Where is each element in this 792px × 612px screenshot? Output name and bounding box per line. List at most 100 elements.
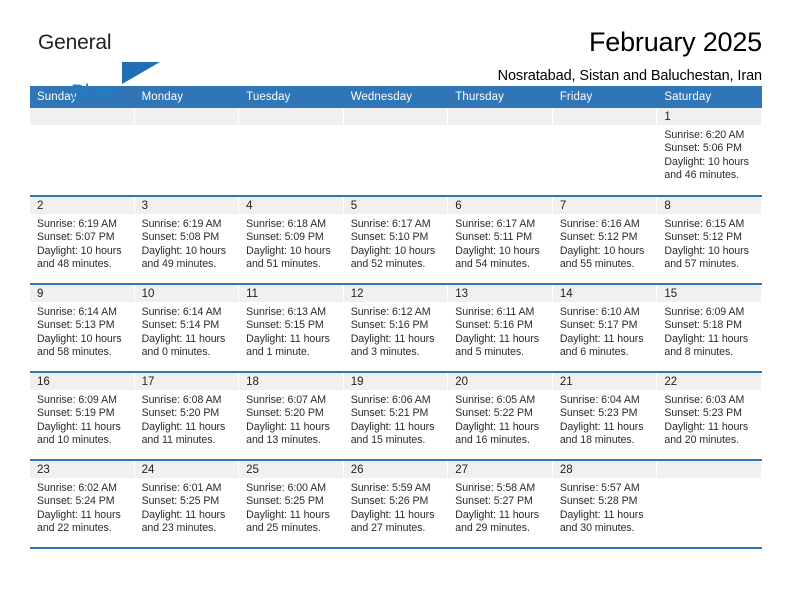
day-daylight1-text: Daylight: 10 hours [559, 244, 645, 257]
day-sunrise-text: Sunrise: 6:08 AM [141, 394, 222, 406]
day-sun-info: Sunrise: 6:06 AM Sunset: 5:21 PM Daylight:… [344, 390, 449, 448]
calendar-day-cell[interactable]: 12 Sunrise: 6:12 AM Sunset: 5:16 PM Dayligh… [343, 284, 449, 373]
day-sunset-text: Sunset: 5:25 PM [246, 495, 324, 508]
day-sun-info: Sunrise: 6:04 AM Sunset: 5:23 PM Daylight:… [553, 390, 658, 448]
calendar-day-cell[interactable]: 16 Sunrise: 6:09 AM Sunset: 5:19 PM Dayligh… [30, 372, 135, 461]
day-daylight1-text: Daylight: 10 hours [664, 155, 749, 168]
day-daylight2-text: and 25 minutes. [246, 522, 321, 535]
day-sunset-text: Sunset: 5:08 PM [141, 231, 220, 244]
day-sunset-text: Sunset: 5:28 PM [559, 495, 638, 508]
day-sun-info: Sunrise: 6:17 AM Sunset: 5:11 PM Daylight:… [448, 214, 553, 272]
day-sunset-text: Sunset: 5:20 PM [246, 407, 324, 420]
calendar-body: 1 Sunrise: 6:20 AM Sunset: 5:06 PM Daylight… [30, 108, 762, 549]
day-number [552, 108, 658, 125]
day-daylight2-text: and 29 minutes. [455, 522, 530, 535]
day-sunrise-text: Sunrise: 6:09 AM [37, 394, 117, 406]
day-cell-inner: 20 Sunrise: 6:05 AM Sunset: 5:22 PM Dayligh… [448, 373, 553, 459]
day-number: 24 [134, 461, 240, 478]
day-number: 13 [448, 285, 553, 302]
calendar-day-cell[interactable]: 7 Sunrise: 6:16 AM Sunset: 5:12 PM Daylight… [552, 196, 658, 285]
calendar-day-cell[interactable]: 25 Sunrise: 6:00 AM Sunset: 5:25 PM Dayligh… [239, 460, 344, 549]
day-sunrise-text: Sunrise: 5:59 AM [350, 482, 431, 494]
calendar-day-cell[interactable]: 3 Sunrise: 6:19 AM Sunset: 5:08 PM Daylight… [134, 196, 240, 285]
calendar-day-cell[interactable]: 23 Sunrise: 6:02 AM Sunset: 5:24 PM Dayligh… [30, 460, 135, 549]
day-daylight1-text: Daylight: 10 hours [141, 244, 227, 257]
day-cell-inner: 19 Sunrise: 6:06 AM Sunset: 5:21 PM Dayligh… [343, 373, 449, 459]
day-cell-inner [239, 108, 344, 195]
calendar-day-cell[interactable]: 13 Sunrise: 6:11 AM Sunset: 5:16 PM Dayligh… [448, 284, 553, 373]
day-sunset-text: Sunset: 5:25 PM [141, 495, 220, 508]
day-daylight2-text: and 22 minutes. [37, 522, 112, 535]
day-number [657, 461, 762, 478]
day-daylight2-text: and 6 minutes. [559, 346, 629, 359]
calendar-day-cell[interactable]: 14 Sunrise: 6:10 AM Sunset: 5:17 PM Dayligh… [552, 284, 658, 373]
day-cell-inner [552, 108, 658, 195]
calendar-day-cell[interactable]: 26 Sunrise: 5:59 AM Sunset: 5:26 PM Dayligh… [343, 460, 449, 549]
day-cell-inner: 13 Sunrise: 6:11 AM Sunset: 5:16 PM Dayligh… [448, 285, 553, 371]
day-daylight2-text: and 27 minutes. [350, 522, 426, 535]
day-daylight2-text: and 30 minutes. [559, 522, 635, 535]
day-daylight1-text: Daylight: 11 hours [455, 508, 539, 521]
logo-text-general: General [38, 31, 112, 54]
day-daylight1-text: Daylight: 10 hours [664, 244, 749, 257]
day-daylight2-text: and 49 minutes. [141, 258, 217, 271]
day-daylight2-text: and 5 minutes. [455, 346, 525, 359]
day-sunrise-text: Sunrise: 6:18 AM [246, 218, 326, 230]
day-daylight1-text: Daylight: 11 hours [455, 332, 539, 345]
day-daylight2-text: and 3 minutes. [350, 346, 420, 359]
day-sunset-text: Sunset: 5:18 PM [664, 319, 742, 332]
calendar-day-cell[interactable]: 28 Sunrise: 5:57 AM Sunset: 5:28 PM Dayligh… [552, 460, 658, 549]
day-sunrise-text: Sunrise: 6:07 AM [246, 394, 326, 406]
weekday-header-saturday: Saturday [657, 86, 762, 108]
day-sunrise-text: Sunrise: 6:14 AM [141, 306, 222, 318]
calendar-day-cell[interactable]: 18 Sunrise: 6:07 AM Sunset: 5:20 PM Dayligh… [239, 372, 344, 461]
general-blue-logo[interactable]: General Blue [38, 31, 238, 103]
day-cell-inner: 18 Sunrise: 6:07 AM Sunset: 5:20 PM Dayligh… [239, 373, 344, 459]
day-daylight1-text: Daylight: 11 hours [141, 420, 226, 433]
day-sunrise-text: Sunrise: 6:09 AM [664, 306, 745, 318]
day-cell-inner [657, 461, 762, 547]
calendar-day-cell-empty [30, 108, 135, 197]
day-number [343, 108, 449, 125]
day-number: 27 [448, 461, 553, 478]
calendar-day-cell[interactable]: 15 Sunrise: 6:09 AM Sunset: 5:18 PM Dayligh… [657, 284, 762, 373]
calendar-day-cell[interactable]: 1 Sunrise: 6:20 AM Sunset: 5:06 PM Daylight… [657, 108, 762, 197]
calendar-day-cell[interactable]: 6 Sunrise: 6:17 AM Sunset: 5:11 PM Daylight… [448, 196, 553, 285]
day-sun-info: Sunrise: 6:00 AM Sunset: 5:25 PM Daylight:… [239, 478, 344, 536]
day-daylight1-text: Daylight: 10 hours [455, 244, 540, 257]
day-sunset-text: Sunset: 5:23 PM [559, 407, 638, 420]
day-sun-info: Sunrise: 6:13 AM Sunset: 5:15 PM Daylight:… [239, 302, 344, 360]
calendar-day-cell[interactable]: 24 Sunrise: 6:01 AM Sunset: 5:25 PM Dayligh… [134, 460, 240, 549]
calendar-day-cell[interactable]: 22 Sunrise: 6:03 AM Sunset: 5:23 PM Dayligh… [657, 372, 762, 461]
calendar-day-cell[interactable]: 11 Sunrise: 6:13 AM Sunset: 5:15 PM Dayligh… [239, 284, 344, 373]
day-sun-info: Sunrise: 6:10 AM Sunset: 5:17 PM Daylight:… [553, 302, 658, 360]
day-cell-inner: 1 Sunrise: 6:20 AM Sunset: 5:06 PM Daylight… [657, 108, 762, 195]
calendar-day-cell[interactable]: 4 Sunrise: 6:18 AM Sunset: 5:09 PM Daylight… [239, 196, 344, 285]
calendar-day-cell[interactable]: 8 Sunrise: 6:15 AM Sunset: 5:12 PM Daylight… [657, 196, 762, 285]
day-number: 25 [239, 461, 344, 478]
day-cell-inner: 26 Sunrise: 5:59 AM Sunset: 5:26 PM Dayligh… [343, 461, 449, 547]
day-sunrise-text: Sunrise: 6:17 AM [350, 218, 431, 230]
day-sunset-text: Sunset: 5:26 PM [350, 495, 429, 508]
day-sunset-text: Sunset: 5:21 PM [350, 407, 429, 420]
day-sunset-text: Sunset: 5:12 PM [559, 231, 638, 244]
day-sunrise-text: Sunrise: 6:13 AM [246, 306, 326, 318]
day-daylight1-text: Daylight: 10 hours [37, 244, 122, 257]
day-daylight2-text: and 20 minutes. [664, 434, 740, 447]
calendar-day-cell[interactable]: 2 Sunrise: 6:19 AM Sunset: 5:07 PM Daylight… [30, 196, 135, 285]
day-daylight2-text: and 11 minutes. [141, 434, 216, 447]
day-sunset-text: Sunset: 5:23 PM [664, 407, 742, 420]
day-sun-info: Sunrise: 6:02 AM Sunset: 5:24 PM Daylight:… [30, 478, 135, 536]
day-daylight1-text: Daylight: 11 hours [350, 420, 435, 433]
day-daylight1-text: Daylight: 10 hours [350, 244, 436, 257]
day-daylight1-text: Daylight: 10 hours [246, 244, 331, 257]
calendar-day-cell[interactable]: 10 Sunrise: 6:14 AM Sunset: 5:14 PM Dayligh… [134, 284, 240, 373]
calendar-day-cell[interactable]: 21 Sunrise: 6:04 AM Sunset: 5:23 PM Dayligh… [552, 372, 658, 461]
day-cell-inner: 22 Sunrise: 6:03 AM Sunset: 5:23 PM Dayligh… [657, 373, 762, 459]
calendar-day-cell[interactable]: 9 Sunrise: 6:14 AM Sunset: 5:13 PM Daylight… [30, 284, 135, 373]
calendar-day-cell[interactable]: 20 Sunrise: 6:05 AM Sunset: 5:22 PM Dayligh… [448, 372, 553, 461]
calendar-day-cell[interactable]: 19 Sunrise: 6:06 AM Sunset: 5:21 PM Dayligh… [343, 372, 449, 461]
calendar-day-cell[interactable]: 27 Sunrise: 5:58 AM Sunset: 5:27 PM Dayligh… [448, 460, 553, 549]
calendar-day-cell[interactable]: 17 Sunrise: 6:08 AM Sunset: 5:20 PM Dayligh… [134, 372, 240, 461]
calendar-day-cell[interactable]: 5 Sunrise: 6:17 AM Sunset: 5:10 PM Daylight… [343, 196, 449, 285]
